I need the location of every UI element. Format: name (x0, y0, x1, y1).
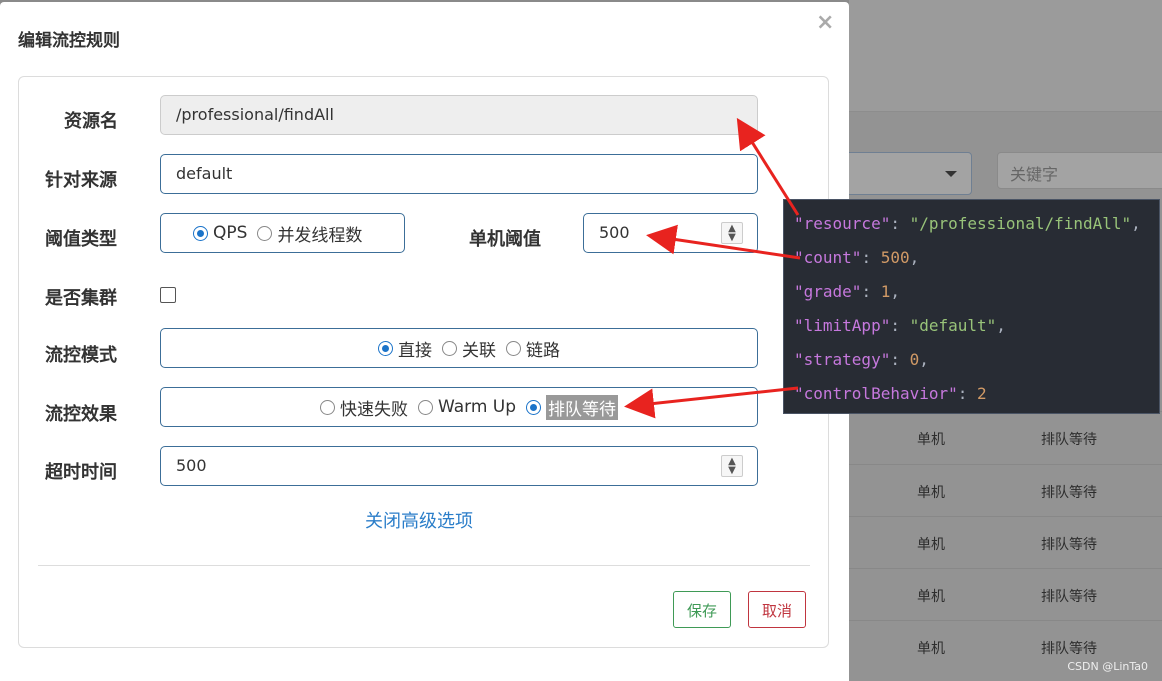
code-line: "resource": "/professional/findAll", (794, 214, 1141, 233)
divider (38, 565, 810, 566)
watermark: CSDN @LinTa0 (1067, 660, 1148, 673)
radio-unchecked-icon (257, 225, 273, 241)
timeout-input[interactable]: 500 ▲ ▼ (160, 446, 758, 486)
radio-qps[interactable]: QPS (193, 223, 247, 243)
radio-label: 快速失败 (339, 399, 408, 420)
radio-checked-icon (526, 399, 542, 415)
table-cell-mode: 单机 (917, 432, 945, 448)
code-line: "controlBehavior": 2 (794, 384, 987, 403)
radio-queue-wait[interactable]: 排队等待 (526, 394, 619, 420)
radio-checked-icon (193, 225, 208, 241)
radio-chain[interactable]: 链路 (506, 336, 560, 361)
table-cell-effect: 排队等待 (1041, 485, 1097, 501)
radio-label: 排队等待 (546, 394, 619, 420)
source-label: 针对来源 (45, 170, 117, 191)
cluster-label: 是否集群 (45, 288, 117, 309)
radio-checked-icon (378, 340, 393, 356)
radio-label: QPS (213, 223, 248, 243)
code-line: "strategy": 0, (794, 350, 929, 369)
flow-mode-radio-group: 直接 关联 链路 (160, 328, 758, 368)
resource-input[interactable]: /professional/findAll (160, 95, 758, 135)
timeout-label: 超时时间 (45, 462, 117, 483)
code-line: "count": 500, (794, 248, 920, 267)
table-cell-mode: 单机 (917, 641, 945, 657)
timeout-value: 500 (176, 456, 207, 475)
table-row: 单机 排队等待 (849, 516, 1162, 568)
cancel-button[interactable]: 取消 (748, 591, 807, 628)
background-header (849, 0, 1162, 112)
radio-label: 直接 (398, 340, 432, 361)
edit-flow-rule-dialog: 编辑流控规则 × 资源名 /professional/findAll 针对来源 … (0, 2, 849, 681)
radio-fast-fail[interactable]: 快速失败 (319, 395, 408, 420)
table-cell-effect: 排队等待 (1041, 589, 1097, 605)
radio-label: Warm Up (437, 397, 517, 417)
table-row: 单机 排队等待 (849, 568, 1162, 620)
code-line: "limitApp": "default", (794, 316, 1006, 335)
source-input[interactable]: default (160, 154, 758, 194)
number-spinner-icon[interactable]: ▲ ▼ (721, 455, 743, 477)
radio-unchecked-icon (417, 399, 433, 415)
table-cell-mode: 单机 (917, 537, 945, 553)
single-threshold-input[interactable]: 500 ▲ ▼ (583, 213, 758, 253)
flow-effect-label: 流控效果 (45, 404, 117, 425)
table-cell-mode: 单机 (917, 485, 945, 501)
table-row: 单机 排队等待 (849, 464, 1162, 516)
radio-warm-up[interactable]: Warm Up (417, 397, 517, 417)
single-threshold-value: 500 (599, 223, 630, 242)
json-code-panel: "resource": "/professional/findAll", "co… (783, 199, 1160, 414)
table-row: 单机 排队等待 (849, 411, 1162, 463)
radio-unchecked-icon (319, 399, 335, 415)
cluster-checkbox[interactable] (160, 287, 176, 303)
background-search-input: 关键字 (997, 152, 1162, 189)
table-cell-effect: 排队等待 (1041, 432, 1097, 448)
radio-unchecked-icon (506, 340, 521, 356)
close-icon[interactable]: × (816, 10, 834, 35)
radio-label: 链路 (526, 340, 560, 361)
close-advanced-link[interactable]: 关闭高级选项 (365, 507, 473, 533)
table-cell-effect: 排队等待 (1041, 641, 1097, 657)
table-cell-mode: 单机 (917, 589, 945, 605)
threshold-type-label: 阈值类型 (45, 229, 117, 250)
number-spinner-icon[interactable]: ▲ ▼ (721, 222, 743, 244)
save-button[interactable]: 保存 (673, 591, 732, 628)
radio-direct[interactable]: 直接 (378, 336, 432, 361)
radio-unchecked-icon (442, 340, 457, 356)
resource-label: 资源名 (64, 111, 118, 132)
single-threshold-label: 单机阈值 (469, 229, 541, 250)
radio-threads[interactable]: 并发线程数 (257, 221, 362, 246)
threshold-type-radio-group: QPS 并发线程数 (160, 213, 405, 253)
radio-label: 关联 (462, 340, 496, 361)
flow-mode-label: 流控模式 (45, 345, 117, 366)
code-line: "grade": 1, (794, 282, 900, 301)
dialog-title: 编辑流控规则 (18, 31, 120, 51)
radio-related[interactable]: 关联 (442, 336, 496, 361)
table-cell-effect: 排队等待 (1041, 537, 1097, 553)
caret-down-icon (945, 171, 957, 177)
radio-label: 并发线程数 (277, 225, 363, 246)
background-app-select: 1 (839, 152, 972, 195)
flow-effect-radio-group: 快速失败 Warm Up 排队等待 (160, 387, 758, 427)
